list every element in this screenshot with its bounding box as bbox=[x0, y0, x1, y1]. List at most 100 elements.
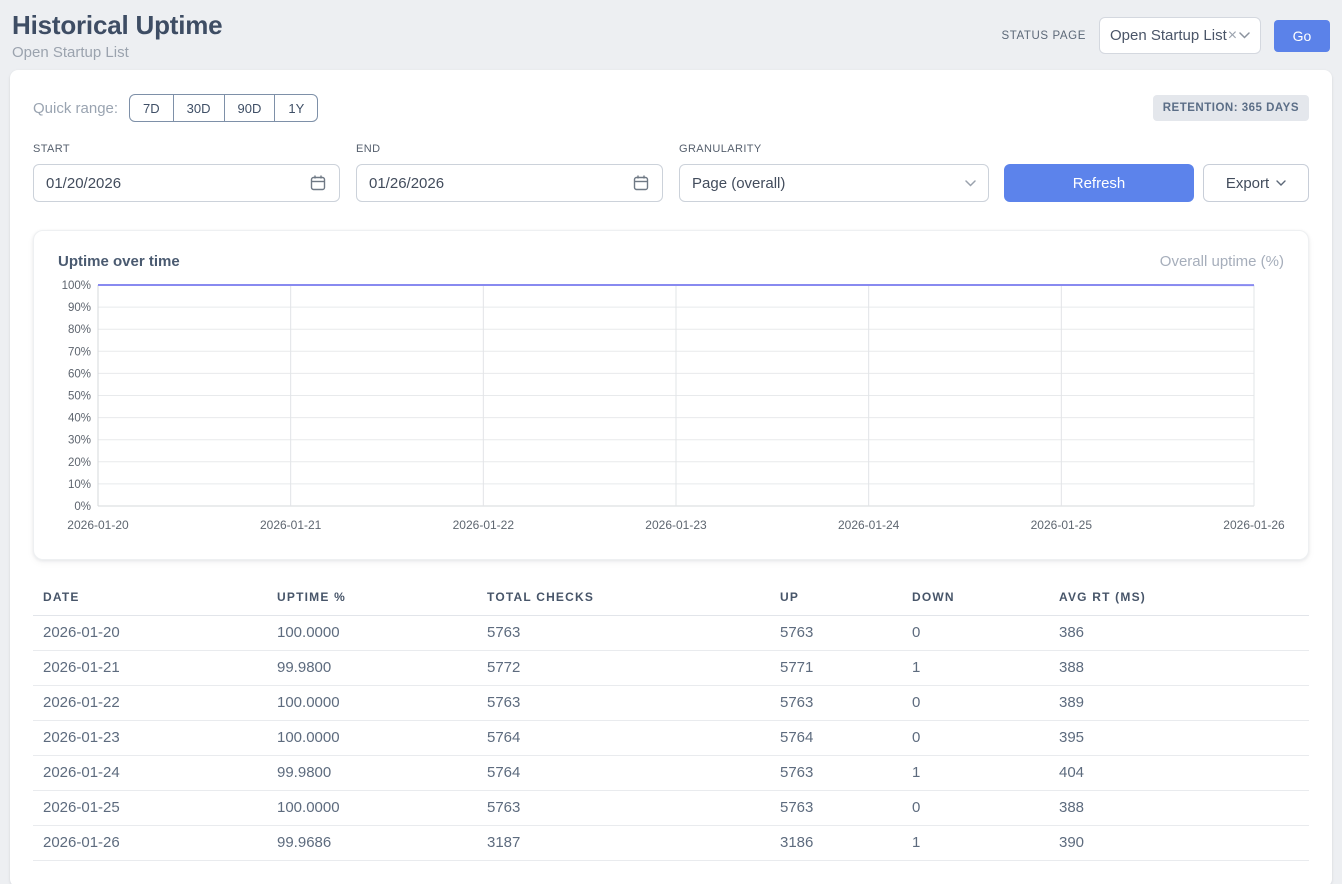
x-tick-label: 2026-01-25 bbox=[1031, 518, 1093, 532]
table-cell: 99.9686 bbox=[277, 826, 487, 861]
quick-range-7d-button[interactable]: 7D bbox=[129, 94, 174, 122]
y-tick-label: 90% bbox=[68, 302, 91, 314]
quick-range-row: Quick range: 7D30D90D1Y RETENTION: 365 D… bbox=[33, 94, 1309, 122]
chevron-down-icon bbox=[1276, 180, 1286, 186]
granularity-selected-value: Page (overall) bbox=[692, 175, 965, 192]
chart-header: Uptime over time Overall uptime (%) bbox=[58, 253, 1284, 270]
end-label: END bbox=[356, 143, 663, 155]
quick-range-30d-button[interactable]: 30D bbox=[173, 94, 225, 122]
title-block: Historical Uptime Open Startup List bbox=[12, 10, 222, 61]
table-row: 2026-01-23100.0000576457640395 bbox=[33, 721, 1309, 756]
table-cell: 1 bbox=[912, 756, 1059, 791]
chevron-down-icon bbox=[965, 180, 976, 187]
x-tick-label: 2026-01-24 bbox=[838, 518, 900, 532]
column-header-uptime: UPTIME % bbox=[277, 584, 487, 616]
table-row: 2026-01-2199.9800577257711388 bbox=[33, 651, 1309, 686]
granularity-select[interactable]: Page (overall) bbox=[679, 164, 989, 202]
table-cell: 404 bbox=[1059, 756, 1309, 791]
table-cell: 2026-01-23 bbox=[33, 721, 277, 756]
refresh-button[interactable]: Refresh bbox=[1004, 164, 1194, 202]
x-tick-label: 2026-01-21 bbox=[260, 518, 322, 532]
page: Historical Uptime Open Startup List STAT… bbox=[0, 0, 1342, 884]
chart-title: Uptime over time bbox=[58, 253, 180, 270]
table-cell: 2026-01-20 bbox=[33, 616, 277, 651]
start-date-value: 01/20/2026 bbox=[46, 175, 309, 192]
x-tick-label: 2026-01-20 bbox=[67, 518, 129, 532]
page-subtitle: Open Startup List bbox=[12, 44, 222, 61]
table-cell: 100.0000 bbox=[277, 791, 487, 826]
y-tick-label: 0% bbox=[74, 501, 91, 513]
end-date-input[interactable]: 01/26/2026 bbox=[356, 164, 663, 202]
quick-range-1y-button[interactable]: 1Y bbox=[274, 94, 318, 122]
table-row: 2026-01-25100.0000576357630388 bbox=[33, 791, 1309, 826]
start-label: START bbox=[33, 143, 340, 155]
column-header-avg-rt-ms: AVG RT (MS) bbox=[1059, 584, 1309, 616]
chevron-down-icon bbox=[1239, 32, 1250, 39]
uptime-table: DATEUPTIME %TOTAL CHECKSUPDOWNAVG RT (MS… bbox=[33, 584, 1309, 861]
column-header-total-checks: TOTAL CHECKS bbox=[487, 584, 780, 616]
y-tick-label: 70% bbox=[68, 346, 91, 358]
table-cell: 5763 bbox=[780, 616, 912, 651]
table-cell: 1 bbox=[912, 826, 1059, 861]
end-date-value: 01/26/2026 bbox=[369, 175, 632, 192]
table-cell: 100.0000 bbox=[277, 686, 487, 721]
table-row: 2026-01-22100.0000576357630389 bbox=[33, 686, 1309, 721]
chart-svg: 0%10%20%30%40%50%60%70%80%90%100%2026-01… bbox=[58, 281, 1286, 543]
y-tick-label: 20% bbox=[68, 457, 91, 469]
status-page-label: STATUS PAGE bbox=[1001, 30, 1086, 42]
topbar: Historical Uptime Open Startup List STAT… bbox=[0, 0, 1342, 70]
column-header-date: DATE bbox=[33, 584, 277, 616]
status-page-select[interactable]: Open Startup List × bbox=[1099, 17, 1261, 54]
calendar-icon[interactable] bbox=[632, 174, 650, 192]
table-row: 2026-01-2499.9800576457631404 bbox=[33, 756, 1309, 791]
quick-range-label: Quick range: bbox=[33, 100, 118, 117]
uptime-table-section: DATEUPTIME %TOTAL CHECKSUPDOWNAVG RT (MS… bbox=[33, 584, 1309, 861]
start-date-input[interactable]: 01/20/2026 bbox=[33, 164, 340, 202]
table-cell: 99.9800 bbox=[277, 651, 487, 686]
table-cell: 5763 bbox=[780, 756, 912, 791]
table-cell: 5764 bbox=[487, 756, 780, 791]
go-button[interactable]: Go bbox=[1274, 20, 1330, 52]
x-tick-label: 2026-01-23 bbox=[645, 518, 707, 532]
table-row: 2026-01-20100.0000576357630386 bbox=[33, 616, 1309, 651]
x-tick-label: 2026-01-26 bbox=[1223, 518, 1285, 532]
table-row: 2026-01-2699.9686318731861390 bbox=[33, 826, 1309, 861]
y-tick-label: 10% bbox=[68, 479, 91, 491]
column-header-up: UP bbox=[780, 584, 912, 616]
quick-range-90d-button[interactable]: 90D bbox=[224, 94, 276, 122]
table-cell: 2026-01-21 bbox=[33, 651, 277, 686]
retention-badge: RETENTION: 365 DAYS bbox=[1153, 95, 1309, 121]
export-button[interactable]: Export bbox=[1203, 164, 1309, 202]
table-cell: 3186 bbox=[780, 826, 912, 861]
column-header-down: DOWN bbox=[912, 584, 1059, 616]
table-cell: 100.0000 bbox=[277, 721, 487, 756]
filters-row: START 01/20/2026 END 01/26/2026 GRANULAR… bbox=[33, 143, 1309, 202]
table-cell: 100.0000 bbox=[277, 616, 487, 651]
start-date-field: START 01/20/2026 bbox=[33, 143, 340, 202]
table-cell: 0 bbox=[912, 791, 1059, 826]
y-tick-label: 40% bbox=[68, 413, 91, 425]
table-cell: 2026-01-26 bbox=[33, 826, 277, 861]
table-cell: 0 bbox=[912, 616, 1059, 651]
calendar-icon[interactable] bbox=[309, 174, 327, 192]
chart-legend-label: Overall uptime (%) bbox=[1160, 253, 1284, 270]
table-cell: 3187 bbox=[487, 826, 780, 861]
table-cell: 2026-01-24 bbox=[33, 756, 277, 791]
granularity-label: GRANULARITY bbox=[679, 143, 989, 155]
table-cell: 99.9800 bbox=[277, 756, 487, 791]
y-tick-label: 100% bbox=[62, 280, 91, 292]
x-tick-label: 2026-01-22 bbox=[453, 518, 515, 532]
status-page-selected-value: Open Startup List bbox=[1110, 27, 1227, 44]
clear-selection-icon[interactable]: × bbox=[1228, 28, 1237, 44]
table-cell: 386 bbox=[1059, 616, 1309, 651]
table-cell: 390 bbox=[1059, 826, 1309, 861]
table-cell: 2026-01-25 bbox=[33, 791, 277, 826]
table-cell: 5772 bbox=[487, 651, 780, 686]
main-panel: Quick range: 7D30D90D1Y RETENTION: 365 D… bbox=[10, 70, 1332, 884]
table-cell: 0 bbox=[912, 721, 1059, 756]
table-cell: 0 bbox=[912, 686, 1059, 721]
table-cell: 5763 bbox=[487, 791, 780, 826]
table-cell: 2026-01-22 bbox=[33, 686, 277, 721]
table-cell: 5763 bbox=[780, 686, 912, 721]
table-cell: 5763 bbox=[487, 686, 780, 721]
